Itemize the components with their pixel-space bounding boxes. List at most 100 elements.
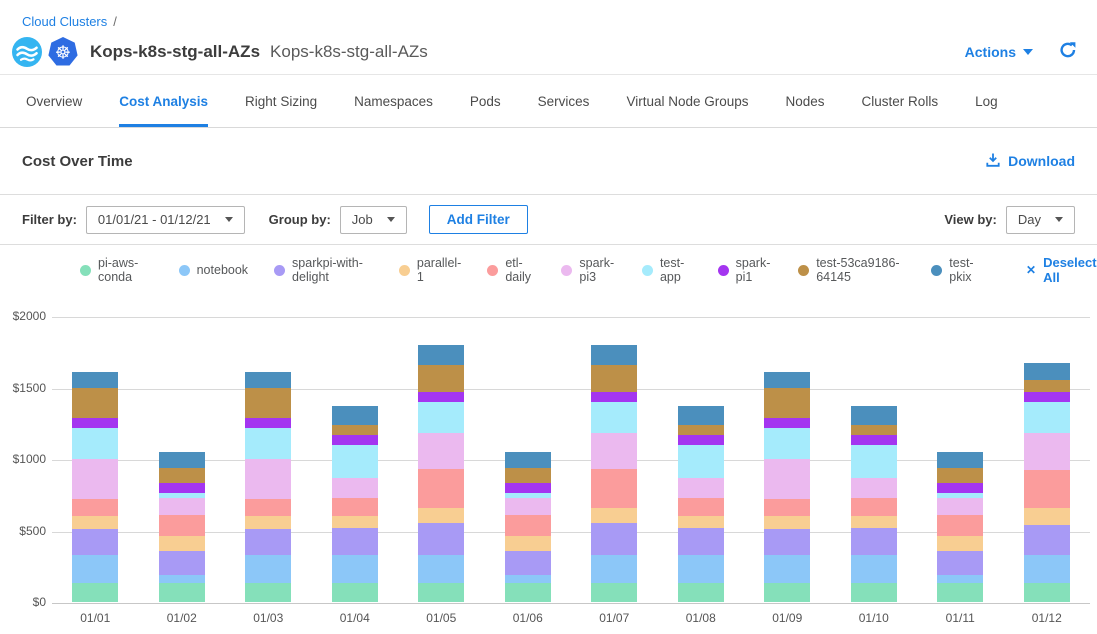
add-filter-button[interactable]: Add Filter <box>429 205 528 234</box>
bar-segment-notebook[interactable] <box>72 555 118 584</box>
tab-cluster-rolls[interactable]: Cluster Rolls <box>862 75 939 127</box>
bar-segment-sparkpi-with-delight[interactable] <box>245 529 291 555</box>
legend-item-parallel-1[interactable]: parallel-1 <box>399 256 461 284</box>
group-by-select[interactable]: Job <box>340 206 407 234</box>
bar-segment-spark-pi3[interactable] <box>937 498 983 514</box>
bar-segment-spark-pi3[interactable] <box>418 433 464 469</box>
bar-segment-notebook[interactable] <box>245 555 291 584</box>
bar-segment-parallel-1[interactable] <box>937 536 983 551</box>
bar-segment-test-53ca9186-64145[interactable] <box>332 425 378 435</box>
bar-segment-parallel-1[interactable] <box>591 508 637 524</box>
bar-segment-etl-daily[interactable] <box>1024 470 1070 509</box>
bar-segment-test-53ca9186-64145[interactable] <box>245 388 291 417</box>
legend-item-sparkpi-with-delight[interactable]: sparkpi-with-delight <box>274 256 373 284</box>
bar-segment-test-app[interactable] <box>418 402 464 433</box>
bar-segment-notebook[interactable] <box>764 555 810 584</box>
bar-segment-notebook[interactable] <box>937 575 983 584</box>
bar-01/02[interactable] <box>159 452 205 602</box>
bar-segment-notebook[interactable] <box>1024 555 1070 584</box>
bar-01/05[interactable] <box>418 345 464 602</box>
bar-segment-test-app[interactable] <box>851 445 897 479</box>
date-range-select[interactable]: 01/01/21 - 01/12/21 <box>86 206 245 234</box>
bar-segment-test-pkix[interactable] <box>418 345 464 364</box>
bar-segment-sparkpi-with-delight[interactable] <box>591 523 637 554</box>
bar-segment-notebook[interactable] <box>505 575 551 584</box>
bar-segment-notebook[interactable] <box>332 555 378 584</box>
bar-segment-test-pkix[interactable] <box>1024 363 1070 380</box>
legend-item-test-app[interactable]: test-app <box>642 256 692 284</box>
bar-segment-test-pkix[interactable] <box>678 406 724 425</box>
bar-01/07[interactable] <box>591 345 637 602</box>
bar-segment-etl-daily[interactable] <box>72 499 118 516</box>
bar-segment-test-app[interactable] <box>591 402 637 433</box>
bar-01/09[interactable] <box>764 372 810 602</box>
bar-segment-spark-pi1[interactable] <box>418 392 464 402</box>
bar-segment-test-pkix[interactable] <box>159 452 205 468</box>
bar-segment-test-pkix[interactable] <box>937 452 983 468</box>
bar-segment-parallel-1[interactable] <box>851 516 897 529</box>
bar-segment-test-app[interactable] <box>245 428 291 459</box>
tab-pods[interactable]: Pods <box>470 75 501 127</box>
legend-item-test-53ca9186-64145[interactable]: test-53ca9186-64145 <box>798 256 905 284</box>
bar-segment-spark-pi3[interactable] <box>159 498 205 514</box>
bar-segment-spark-pi3[interactable] <box>72 459 118 499</box>
bar-segment-spark-pi1[interactable] <box>1024 392 1070 402</box>
bar-segment-sparkpi-with-delight[interactable] <box>764 529 810 555</box>
bar-segment-notebook[interactable] <box>418 555 464 584</box>
bar-segment-etl-daily[interactable] <box>332 498 378 515</box>
bar-segment-etl-daily[interactable] <box>937 515 983 536</box>
legend-item-etl-daily[interactable]: etl-daily <box>487 256 535 284</box>
bar-segment-spark-pi1[interactable] <box>678 435 724 445</box>
tab-services[interactable]: Services <box>538 75 590 127</box>
bar-01/06[interactable] <box>505 452 551 602</box>
bar-segment-notebook[interactable] <box>851 555 897 584</box>
bar-segment-test-pkix[interactable] <box>245 372 291 388</box>
bar-segment-notebook[interactable] <box>591 555 637 584</box>
bar-segment-parallel-1[interactable] <box>332 516 378 529</box>
bar-segment-spark-pi1[interactable] <box>159 483 205 493</box>
bar-segment-notebook[interactable] <box>678 555 724 584</box>
bar-01/08[interactable] <box>678 406 724 602</box>
bar-segment-etl-daily[interactable] <box>505 515 551 536</box>
bar-segment-test-53ca9186-64145[interactable] <box>159 468 205 484</box>
bar-segment-sparkpi-with-delight[interactable] <box>1024 525 1070 555</box>
bar-segment-test-53ca9186-64145[interactable] <box>505 468 551 484</box>
bar-segment-pi-aws-conda[interactable] <box>591 583 637 602</box>
bar-segment-sparkpi-with-delight[interactable] <box>678 528 724 554</box>
bar-segment-test-53ca9186-64145[interactable] <box>764 388 810 417</box>
bar-segment-test-53ca9186-64145[interactable] <box>678 425 724 435</box>
bar-segment-etl-daily[interactable] <box>764 499 810 516</box>
bar-segment-spark-pi3[interactable] <box>591 433 637 469</box>
bar-segment-sparkpi-with-delight[interactable] <box>418 523 464 554</box>
tab-overview[interactable]: Overview <box>26 75 82 127</box>
bar-segment-test-53ca9186-64145[interactable] <box>72 388 118 417</box>
tab-log[interactable]: Log <box>975 75 998 127</box>
bar-segment-parallel-1[interactable] <box>1024 508 1070 524</box>
bar-segment-test-53ca9186-64145[interactable] <box>1024 380 1070 391</box>
bar-segment-sparkpi-with-delight[interactable] <box>937 551 983 575</box>
legend-item-test-pkix[interactable]: test-pkix <box>931 256 982 284</box>
bar-segment-parallel-1[interactable] <box>72 516 118 529</box>
bar-segment-pi-aws-conda[interactable] <box>937 583 983 602</box>
refresh-icon[interactable] <box>1059 41 1077 64</box>
bar-segment-sparkpi-with-delight[interactable] <box>505 551 551 575</box>
tab-namespaces[interactable]: Namespaces <box>354 75 433 127</box>
bar-segment-spark-pi1[interactable] <box>591 392 637 402</box>
bar-segment-spark-pi1[interactable] <box>851 435 897 445</box>
bar-segment-notebook[interactable] <box>159 575 205 584</box>
bar-segment-spark-pi1[interactable] <box>72 418 118 428</box>
deselect-all-button[interactable]: ✕Deselect All <box>1026 255 1097 285</box>
bar-segment-test-app[interactable] <box>72 428 118 459</box>
bar-segment-etl-daily[interactable] <box>591 469 637 508</box>
bar-segment-test-53ca9186-64145[interactable] <box>418 365 464 392</box>
legend-item-notebook[interactable]: notebook <box>179 263 248 277</box>
bar-segment-parallel-1[interactable] <box>245 516 291 529</box>
bar-segment-etl-daily[interactable] <box>159 515 205 536</box>
bar-segment-pi-aws-conda[interactable] <box>332 583 378 602</box>
bar-segment-sparkpi-with-delight[interactable] <box>72 529 118 555</box>
bar-segment-parallel-1[interactable] <box>678 516 724 529</box>
actions-button[interactable]: Actions <box>965 44 1033 60</box>
bar-segment-test-pkix[interactable] <box>591 345 637 364</box>
bar-01/03[interactable] <box>245 372 291 602</box>
download-button[interactable]: Download <box>985 152 1075 171</box>
